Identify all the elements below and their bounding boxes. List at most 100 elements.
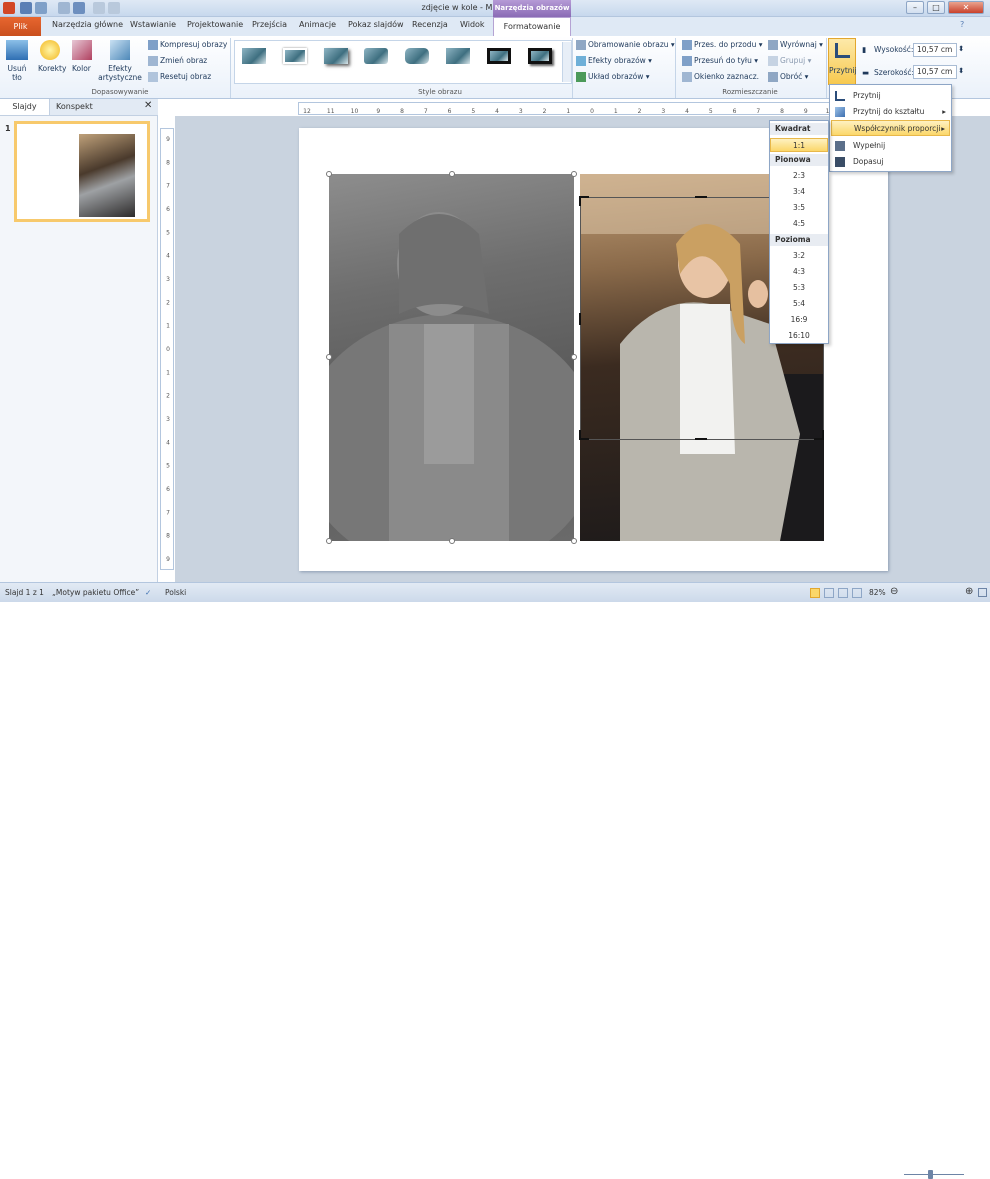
close-pane-icon[interactable]: ✕ xyxy=(144,100,152,111)
menu-item-crop[interactable]: Przytnij xyxy=(831,88,950,104)
menu-item-crop-to-shape[interactable]: Przytnij do kształtu ▸ xyxy=(831,104,950,120)
crop-handle[interactable] xyxy=(695,438,707,440)
picture-style-8[interactable] xyxy=(524,44,556,68)
color-icon[interactable] xyxy=(72,40,92,60)
help-icon[interactable]: ? xyxy=(960,20,964,29)
width-spinner[interactable]: ⬍ xyxy=(958,66,964,75)
slide-thumbnail[interactable] xyxy=(14,121,150,222)
compress-pictures-button[interactable]: Kompresuj obrazy xyxy=(148,40,227,50)
picture-style-3[interactable] xyxy=(320,44,352,68)
close-button[interactable]: ✕ xyxy=(948,1,984,14)
resize-handle[interactable] xyxy=(571,171,577,177)
corrections-icon[interactable] xyxy=(40,40,60,60)
picture-style-6[interactable] xyxy=(442,44,474,68)
spellcheck-icon[interactable]: ✓ xyxy=(145,588,151,597)
slide-sorter-icon[interactable] xyxy=(824,588,834,598)
group-button[interactable]: Grupuj ▾ xyxy=(768,56,811,66)
send-backward-button[interactable]: Przesuń do tyłu ▾ xyxy=(682,56,758,66)
ratio-5-4[interactable]: 5:4 xyxy=(770,299,828,308)
tab-animations[interactable]: Animacje xyxy=(299,20,336,29)
tab-design[interactable]: Projektowanie xyxy=(187,20,243,29)
zoom-out-icon[interactable]: ⊖ xyxy=(890,586,898,597)
crop-handle[interactable] xyxy=(579,430,581,440)
ratio-16-9[interactable]: 16:9 xyxy=(770,315,828,324)
zoom-slider[interactable] xyxy=(904,1174,964,1175)
reset-picture-button[interactable]: Resetuj obraz xyxy=(148,72,211,82)
tab-transitions[interactable]: Przejścia xyxy=(252,20,287,29)
zoom-level[interactable]: 82% xyxy=(869,588,886,597)
tab-file[interactable]: Plik xyxy=(0,17,41,36)
remove-background-icon[interactable] xyxy=(6,40,28,60)
picture-style-7[interactable] xyxy=(483,44,515,68)
normal-view-icon[interactable] xyxy=(810,588,820,598)
picture-style-4[interactable] xyxy=(360,44,392,68)
ratio-3-4[interactable]: 3:4 xyxy=(770,187,828,196)
menu-item-fit[interactable]: Dopasuj xyxy=(831,154,950,170)
tab-review[interactable]: Recenzja xyxy=(412,20,448,29)
resize-handle[interactable] xyxy=(571,354,577,360)
tab-view[interactable]: Widok xyxy=(460,20,485,29)
ruler-tick-label: 9 xyxy=(166,556,170,563)
tab-insert[interactable]: Wstawianie xyxy=(130,20,176,29)
ruler-tick-label: 6 xyxy=(166,486,170,493)
bring-forward-button[interactable]: Przes. do przodu ▾ xyxy=(682,40,762,50)
ratio-2-3[interactable]: 2:3 xyxy=(770,171,828,180)
cropped-out-area[interactable] xyxy=(329,174,574,541)
tab-format[interactable]: Formatowanie xyxy=(493,17,571,36)
corrections-button[interactable]: Korekty xyxy=(38,64,66,73)
status-language[interactable]: Polski xyxy=(165,588,186,597)
artistic-effects-icon[interactable] xyxy=(110,40,130,60)
zoom-in-icon[interactable]: ⊕ xyxy=(965,586,973,597)
picture-style-1[interactable] xyxy=(238,44,270,68)
maximize-button[interactable]: □ xyxy=(927,1,945,14)
tab-slideshow[interactable]: Pokaz slajdów xyxy=(348,20,404,29)
ratio-1-1[interactable]: 1:1 xyxy=(770,138,828,152)
picture-layout-button[interactable]: Układ obrazów ▾ xyxy=(576,72,650,82)
color-button[interactable]: Kolor xyxy=(72,64,91,73)
selection-pane-button[interactable]: Okienko zaznacz. xyxy=(682,72,759,82)
height-field[interactable]: 10,57 cm xyxy=(913,43,957,57)
crop-handle[interactable] xyxy=(579,313,581,325)
status-slide: Slajd 1 z 1 xyxy=(5,588,44,597)
crop-handle[interactable] xyxy=(695,196,707,198)
dimmed-photo-drawing xyxy=(329,212,574,541)
picture-border-button[interactable]: Obramowanie obrazu ▾ xyxy=(576,40,675,50)
ratio-4-5[interactable]: 4:5 xyxy=(770,219,828,228)
gallery-scroll[interactable] xyxy=(562,42,571,82)
height-spinner[interactable]: ⬍ xyxy=(958,44,964,53)
picture-style-5[interactable] xyxy=(401,44,433,68)
menu-item-aspect-ratio[interactable]: Współczynnik proporcji ▸ xyxy=(831,120,950,136)
align-button[interactable]: Wyrównaj ▾ xyxy=(768,40,823,50)
ratio-3-2[interactable]: 3:2 xyxy=(770,251,828,260)
ratio-5-3[interactable]: 5:3 xyxy=(770,283,828,292)
picture-style-2[interactable] xyxy=(279,44,311,68)
resize-handle[interactable] xyxy=(449,538,455,544)
remove-background-button[interactable]: Usuń tło xyxy=(5,64,29,82)
slideshow-view-icon[interactable] xyxy=(852,588,862,598)
resize-handle[interactable] xyxy=(449,171,455,177)
ratio-16-10[interactable]: 16:10 xyxy=(770,331,828,340)
resize-handle[interactable] xyxy=(326,171,332,177)
fit-to-window-icon[interactable] xyxy=(978,588,987,597)
ruler-tick-label: 4 xyxy=(685,108,689,115)
reading-view-icon[interactable] xyxy=(838,588,848,598)
zoom-slider-thumb[interactable] xyxy=(928,1170,933,1179)
picture-effects-button[interactable]: Efekty obrazów ▾ xyxy=(576,56,652,66)
tab-home[interactable]: Narzędzia główne xyxy=(52,20,123,29)
resize-handle[interactable] xyxy=(326,538,332,544)
artistic-effects-button[interactable]: Efekty artystyczne xyxy=(97,64,143,82)
ratio-3-5[interactable]: 3:5 xyxy=(770,203,828,212)
tab-slides[interactable]: Slajdy xyxy=(0,99,50,115)
change-picture-button[interactable]: Zmień obraz xyxy=(148,56,207,66)
menu-item-fill[interactable]: Wypełnij xyxy=(831,138,950,154)
tab-outline[interactable]: Konspekt xyxy=(56,102,93,111)
crop-handle[interactable] xyxy=(822,430,824,440)
crop-handle[interactable] xyxy=(579,196,581,206)
ratio-4-3[interactable]: 4:3 xyxy=(770,267,828,276)
crop-button[interactable]: Przytnij xyxy=(828,38,857,85)
resize-handle[interactable] xyxy=(326,354,332,360)
resize-handle[interactable] xyxy=(571,538,577,544)
minimize-button[interactable]: – xyxy=(906,1,924,14)
width-field[interactable]: 10,57 cm xyxy=(913,65,957,79)
rotate-button[interactable]: Obróć ▾ xyxy=(768,72,808,82)
